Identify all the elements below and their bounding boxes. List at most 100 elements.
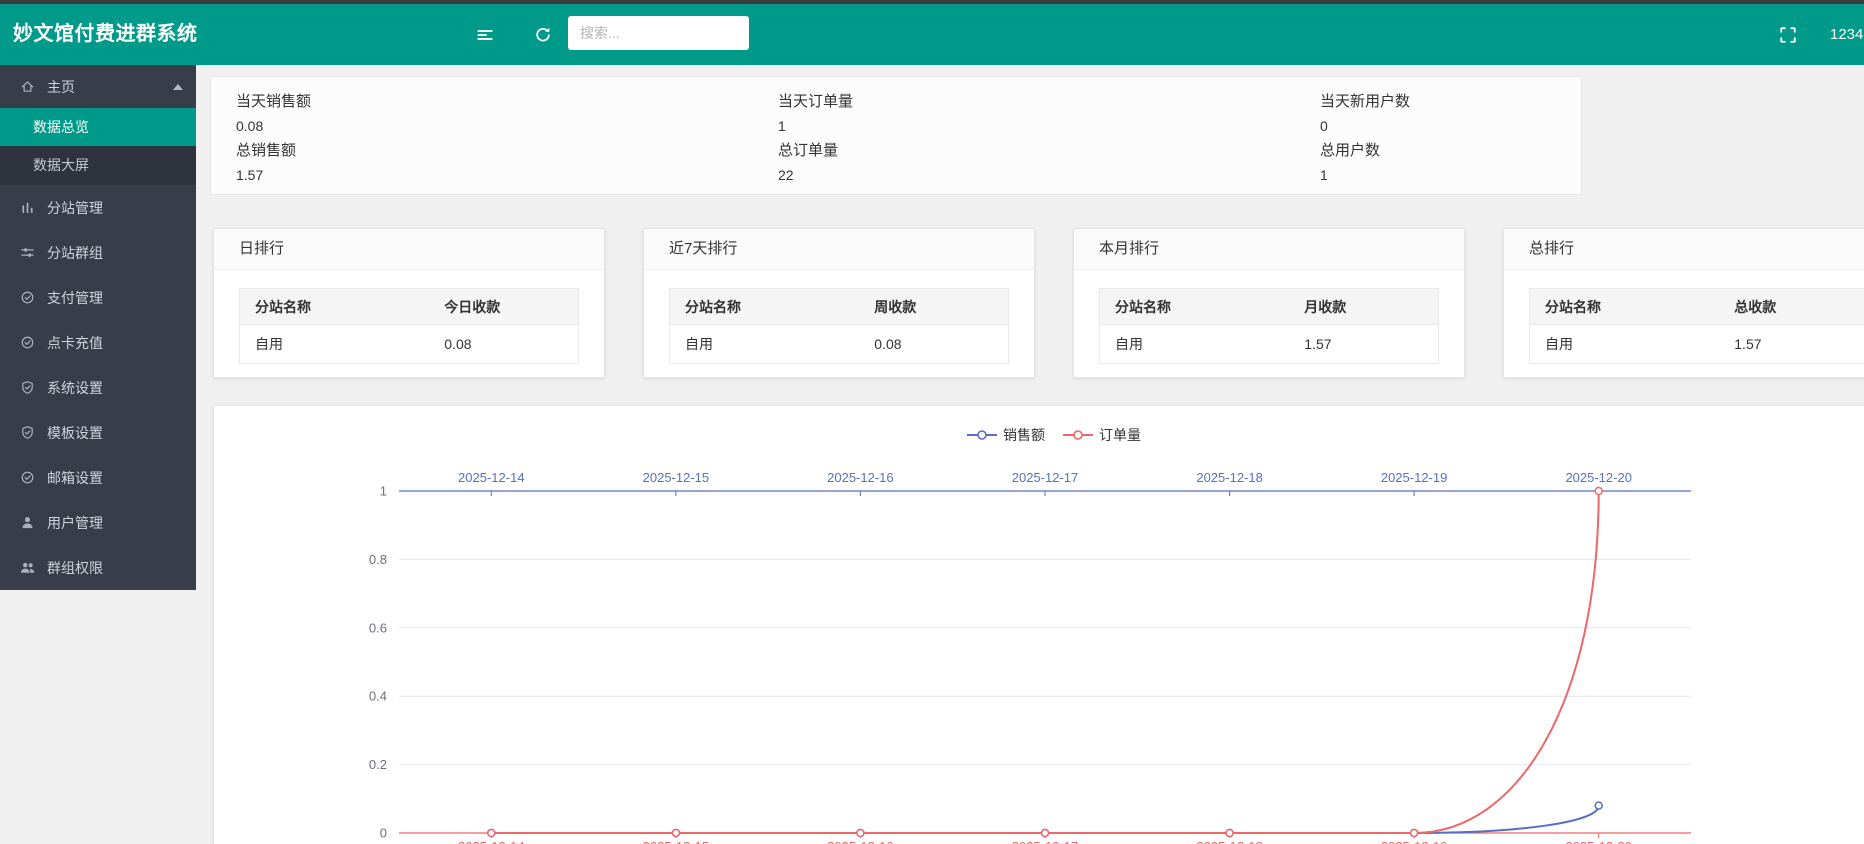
table-header-cell: 分站名称 [1530, 297, 1719, 317]
sidebar-item-template-settings[interactable]: 模板设置 [0, 410, 196, 455]
stat-value: 1 [778, 118, 1295, 134]
bar-chart-icon [20, 200, 35, 215]
svg-text:2025-12-19: 2025-12-19 [1381, 470, 1448, 485]
stat-label: 总订单量 [778, 139, 1295, 160]
chart-card: 00.20.40.60.812025-12-142025-12-142025-1… [213, 405, 1864, 844]
sidebar-item-label: 点卡充值 [47, 333, 103, 353]
shield-check-icon [20, 425, 35, 440]
sidebar-item-label: 数据总览 [33, 119, 89, 135]
stat-label: 当天订单量 [778, 90, 1295, 111]
stat-value: 1 [1320, 167, 1581, 183]
table-cell: 自用 [670, 334, 859, 354]
legend-marker-icon [967, 428, 997, 442]
search-input[interactable] [568, 16, 749, 50]
stat-label: 总用户数 [1320, 139, 1581, 160]
svg-text:2025-12-19: 2025-12-19 [1381, 839, 1448, 844]
table-cell: 自用 [1530, 334, 1719, 354]
stat-cell: 当天新用户数 0 [1295, 87, 1581, 137]
refresh-icon[interactable] [534, 26, 552, 44]
table-cell: 0.08 [859, 336, 1008, 352]
table-row: 自用1.57 [1100, 325, 1438, 363]
svg-text:2025-12-16: 2025-12-16 [827, 839, 894, 844]
sidebar-item-home[interactable]: 主页 [0, 65, 196, 108]
sidebar-item-email-settings[interactable]: 邮箱设置 [0, 455, 196, 500]
table-header-cell: 分站名称 [1100, 297, 1289, 317]
sidebar: 主页数据总览数据大屏分站管理分站群组支付管理点卡充值系统设置模板设置邮箱设置用户… [0, 65, 196, 590]
stat-value: 1.57 [236, 167, 753, 183]
svg-text:2025-12-18: 2025-12-18 [1196, 839, 1263, 844]
table-cell: 自用 [1100, 334, 1289, 354]
legend-item-销售额[interactable]: 销售额 [967, 425, 1045, 445]
table-header-cell: 周收款 [859, 297, 1008, 317]
rank-card: 日排行分站名称今日收款自用0.08 [213, 228, 605, 378]
sidebar-item-card-recharge[interactable]: 点卡充值 [0, 320, 196, 365]
app-header: 妙文馆付费进群系统 12345 [0, 4, 1864, 65]
svg-text:2025-12-15: 2025-12-15 [643, 839, 710, 844]
table-cell: 1.57 [1289, 336, 1438, 352]
sidebar-item-label: 用户管理 [47, 513, 103, 533]
menu-collapse-icon[interactable] [476, 26, 494, 44]
stat-cell: 总销售额 1.57 [211, 137, 753, 187]
sales-orders-line-chart: 00.20.40.60.812025-12-142025-12-142025-1… [214, 406, 1864, 844]
table-cell: 自用 [240, 334, 429, 354]
sidebar-item-payment-manage[interactable]: 支付管理 [0, 275, 196, 320]
fullscreen-icon [1779, 26, 1797, 44]
svg-text:0: 0 [380, 826, 387, 841]
user-id-text[interactable]: 12345 [1830, 4, 1864, 65]
legend-label: 销售额 [1003, 425, 1045, 445]
sidebar-item-label: 群组权限 [47, 558, 103, 578]
sidebar-item-substation-manage[interactable]: 分站管理 [0, 185, 196, 230]
refresh-icon [534, 26, 552, 44]
table-header-cell: 总收款 [1719, 297, 1864, 317]
rank-table: 分站名称今日收款自用0.08 [239, 288, 579, 364]
sidebar-item-label: 模板设置 [47, 423, 103, 443]
sidebar-item-user-manage[interactable]: 用户管理 [0, 500, 196, 545]
legend-item-订单量[interactable]: 订单量 [1063, 425, 1141, 445]
table-row: 自用0.08 [670, 325, 1008, 363]
table-header-row: 分站名称总收款 [1530, 289, 1864, 325]
stat-label: 总销售额 [236, 139, 753, 160]
sidebar-item-label: 邮箱设置 [47, 468, 103, 488]
main-content: 当天销售额 0.08当天订单量 1当天新用户数 0总销售额 1.57总订单量 2… [196, 65, 1864, 844]
table-header-row: 分站名称月收款 [1100, 289, 1438, 325]
table-cell: 1.57 [1719, 336, 1864, 352]
sidebar-item-group-permissions[interactable]: 群组权限 [0, 545, 196, 590]
ranking-cards-row: 日排行分站名称今日收款自用0.08近7天排行分站名称周收款自用0.08本月排行分… [213, 228, 1864, 378]
table-header-cell: 分站名称 [240, 297, 429, 317]
table-row: 自用0.08 [240, 325, 578, 363]
svg-text:2025-12-14: 2025-12-14 [458, 839, 525, 844]
user-icon [20, 515, 35, 530]
stats-panel: 当天销售额 0.08当天订单量 1当天新用户数 0总销售额 1.57总订单量 2… [210, 76, 1582, 195]
chevron-up-icon [173, 84, 183, 90]
sidebar-nav: 主页数据总览数据大屏分站管理分站群组支付管理点卡充值系统设置模板设置邮箱设置用户… [0, 65, 196, 590]
svg-text:0.4: 0.4 [369, 689, 387, 704]
sidebar-item-label: 支付管理 [47, 288, 103, 308]
rank-card-title: 总排行 [1504, 229, 1864, 270]
stat-label: 当天销售额 [236, 90, 753, 111]
stat-value: 22 [778, 167, 1295, 183]
sidebar-item-label: 分站群组 [47, 243, 103, 263]
table-header-cell: 今日收款 [429, 297, 578, 317]
stat-cell: 当天订单量 1 [753, 87, 1295, 137]
sidebar-item-label: 数据大屏 [33, 157, 89, 173]
svg-text:0.6: 0.6 [369, 620, 387, 635]
rank-table: 分站名称总收款自用1.57 [1529, 288, 1864, 364]
sidebar-item-substation-groups[interactable]: 分站群组 [0, 230, 196, 275]
svg-text:2025-12-16: 2025-12-16 [827, 470, 894, 485]
table-row: 自用1.57 [1530, 325, 1864, 363]
sidebar-item-data-overview[interactable]: 数据总览 [0, 108, 196, 146]
legend-label: 订单量 [1099, 425, 1141, 445]
stat-value: 0 [1320, 118, 1581, 134]
stat-label: 当天新用户数 [1320, 90, 1581, 111]
sidebar-item-label: 分站管理 [47, 198, 103, 218]
stat-cell: 当天销售额 0.08 [211, 87, 753, 137]
fullscreen-icon[interactable] [1779, 26, 1797, 44]
users-icon [20, 560, 35, 575]
table-header-cell: 月收款 [1289, 297, 1438, 317]
rank-card: 总排行分站名称总收款自用1.57 [1503, 228, 1864, 378]
sidebar-item-data-screen[interactable]: 数据大屏 [0, 146, 196, 185]
sidebar-item-label: 系统设置 [47, 378, 103, 398]
check-circle-icon [20, 290, 35, 305]
sidebar-item-system-settings[interactable]: 系统设置 [0, 365, 196, 410]
svg-text:2025-12-20: 2025-12-20 [1565, 839, 1632, 844]
